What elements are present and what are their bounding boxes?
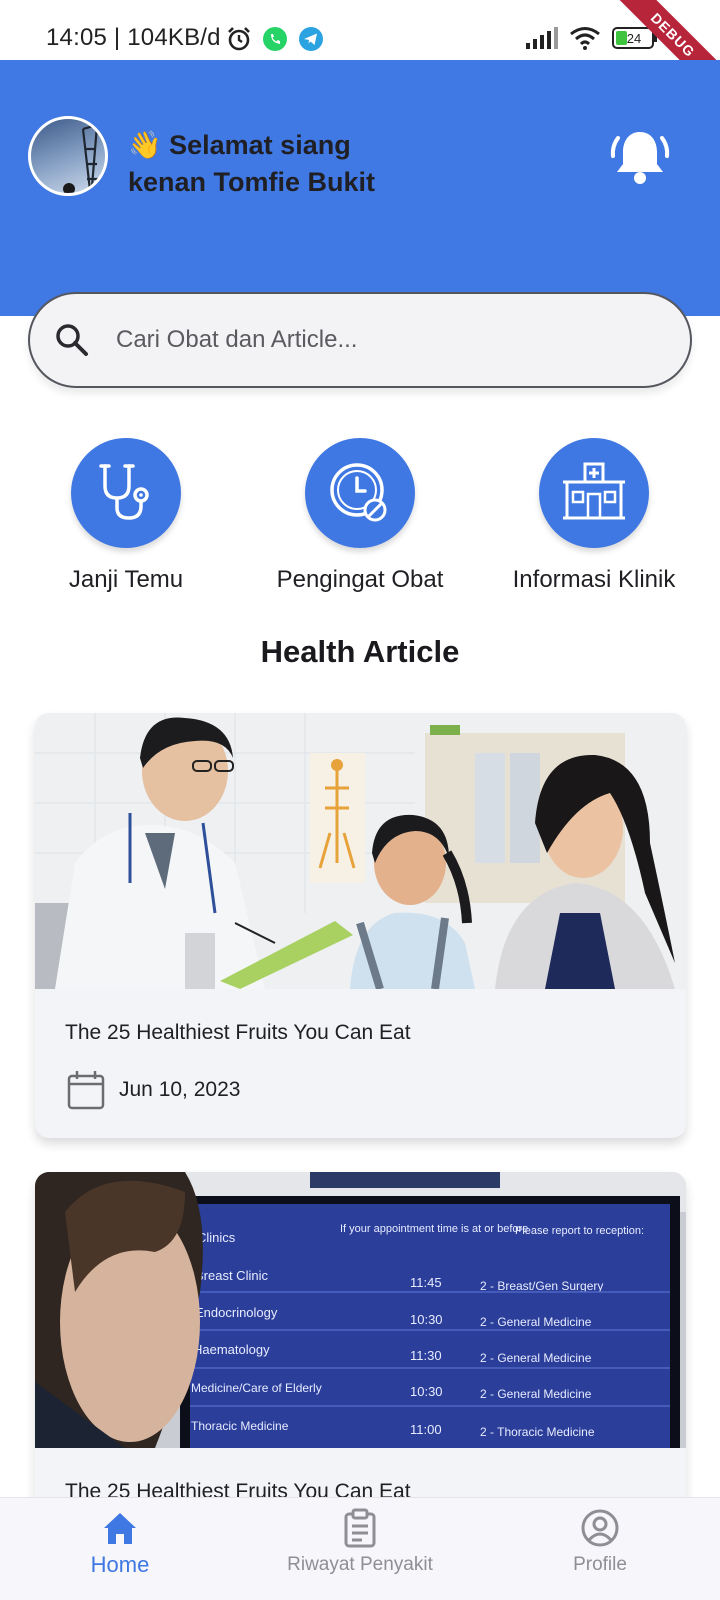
svg-text:2 - General Medicine: 2 - General Medicine [480, 1351, 592, 1365]
shortcut-janji-temu-circle[interactable] [71, 438, 181, 548]
svg-text:11:00: 11:00 [410, 1422, 442, 1437]
nav-riwayat-penyakit[interactable]: Riwayat Penyakit [260, 1508, 460, 1576]
home-icon [104, 1513, 136, 1544]
shortcut-janji-temu[interactable]: Janji Temu [21, 438, 231, 594]
svg-text:Haematology: Haematology [193, 1342, 270, 1357]
svg-text:Medicine/Care of Elderly: Medicine/Care of Elderly [191, 1381, 322, 1395]
svg-text:Clinics: Clinics [197, 1230, 236, 1245]
bell-icon[interactable] [608, 126, 672, 190]
shortcut-pengingat-obat[interactable]: Pengingat Obat [255, 438, 465, 594]
nav-profile[interactable]: Profile [500, 1508, 700, 1576]
svg-text:If your appointment time is at: If your appointment time is at or before [340, 1223, 528, 1235]
shortcut-label: Pengingat Obat [276, 566, 444, 593]
nav-label: Riwayat Penyakit [287, 1554, 433, 1575]
svg-text:11:45: 11:45 [410, 1275, 442, 1290]
clinic-board-photo: Clinics If your appointment time is at o… [35, 1172, 686, 1448]
telegram-icon [299, 27, 323, 51]
article-card[interactable]: The 25 Healthiest Fruits You Can Eat Jun… [35, 713, 686, 1138]
article-image: Clinics If your appointment time is at o… [35, 1172, 686, 1448]
nav-label: Home [90, 1552, 150, 1577]
search-icon [56, 324, 88, 356]
status-bar: 14:05 | 104KB/d 24 DEBUG [0, 0, 720, 105]
nav-home[interactable]: Home [20, 1508, 220, 1578]
search-input[interactable] [116, 318, 656, 362]
avatar[interactable] [28, 116, 108, 196]
svg-text:2 - Breast/Gen Surgery: 2 - Breast/Gen Surgery [480, 1279, 603, 1293]
wifi-icon [570, 27, 600, 50]
status-system-icons: 24 [526, 26, 658, 50]
alarm-icon [228, 27, 250, 51]
calendar-icon [67, 1071, 105, 1110]
shortcut-informasi-klinik-circle[interactable] [539, 438, 649, 548]
user-circle-icon [581, 1509, 619, 1547]
hospital-icon [563, 462, 625, 520]
svg-text:2 - General Medicine: 2 - General Medicine [480, 1315, 592, 1329]
status-notification-icons [226, 26, 324, 52]
shortcut-pengingat-obat-circle[interactable] [305, 438, 415, 548]
shortcut-informasi-klinik[interactable]: Informasi Klinik [489, 438, 699, 594]
svg-text:10:30: 10:30 [410, 1384, 443, 1399]
svg-text:10:30: 10:30 [410, 1312, 443, 1327]
svg-text:2 - Thoracic Medicine: 2 - Thoracic Medicine [480, 1425, 595, 1439]
clock-pill-icon [330, 463, 387, 522]
section-title: Health Article [260, 634, 460, 669]
svg-text:Thoracic Medicine: Thoracic Medicine [191, 1419, 289, 1433]
bottom-nav: Home Riwayat Penyakit Profile [0, 1497, 720, 1600]
svg-text:2 - General Medicine: 2 - General Medicine [480, 1387, 592, 1401]
svg-text:Breast Clinic: Breast Clinic [195, 1268, 268, 1283]
doctor-child-photo [35, 713, 686, 989]
search-bar[interactable] [28, 292, 692, 388]
clipboard-icon [344, 1508, 376, 1548]
shortcut-label: Informasi Klinik [512, 566, 676, 593]
svg-text:Endocrinology: Endocrinology [195, 1305, 278, 1320]
article-date-row: Jun 10, 2023 [67, 1070, 240, 1110]
greeting: 👋 Selamat siang kenan Tomfie Bukit [128, 118, 375, 210]
article-date: Jun 10, 2023 [119, 1078, 241, 1101]
signal-icon [526, 27, 558, 49]
svg-text:Please report to reception:: Please report to reception: [515, 1225, 644, 1237]
article-image [35, 713, 686, 989]
user-name: kenan Tomfie Bukit [128, 167, 376, 197]
nav-label: Profile [573, 1554, 627, 1575]
whatsapp-icon [263, 27, 287, 51]
shortcut-label: Janji Temu [68, 566, 184, 593]
stethoscope-icon [99, 464, 149, 520]
status-time: 14:05 | 104KB/d [46, 24, 221, 51]
article-title: The 25 Healthiest Fruits You Can Eat [65, 1021, 411, 1044]
svg-text:11:30: 11:30 [410, 1348, 442, 1363]
svg-text:24: 24 [627, 31, 641, 46]
